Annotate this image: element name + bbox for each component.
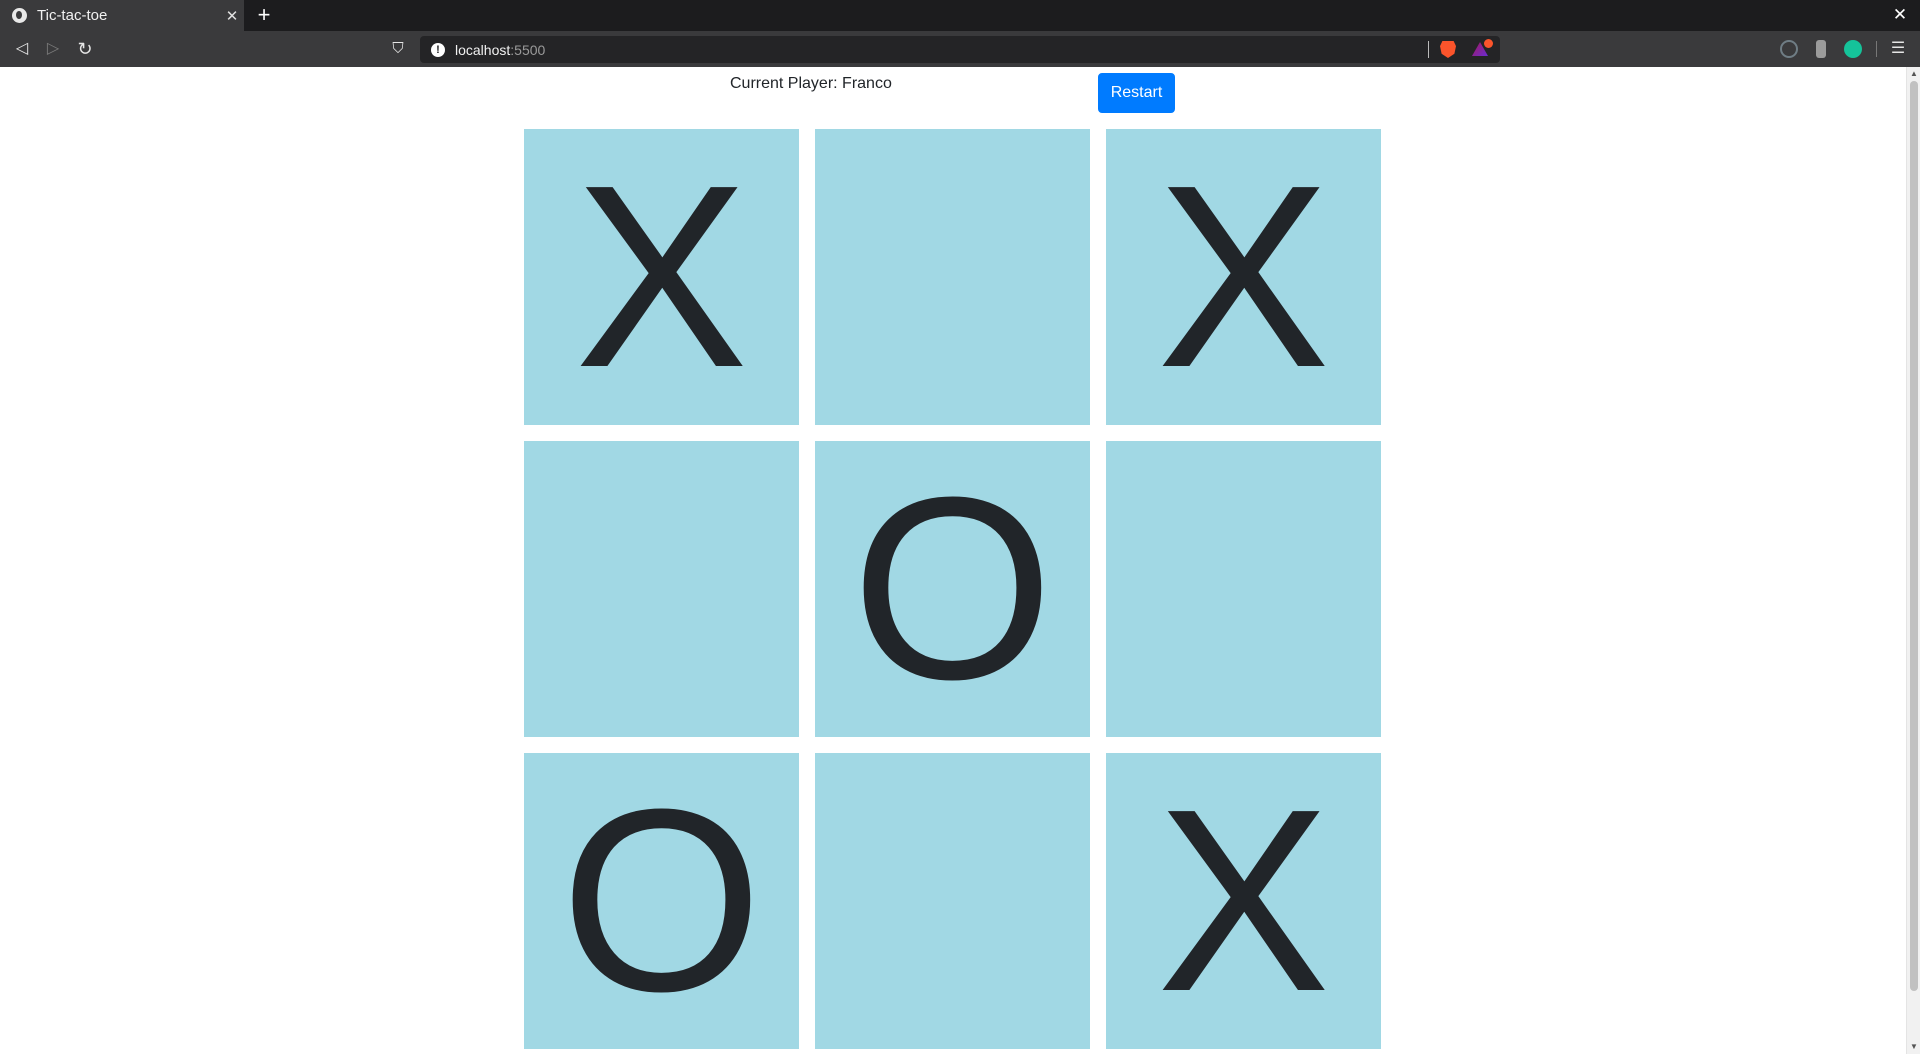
- extension-icon[interactable]: [1780, 40, 1798, 58]
- scroll-thumb[interactable]: [1910, 81, 1918, 991]
- vertical-scrollbar[interactable]: ▲ ▼: [1906, 67, 1920, 1054]
- globe-icon: [12, 8, 27, 23]
- menu-icon[interactable]: ☰: [1886, 37, 1910, 61]
- tab-title: Tic-tac-toe: [37, 7, 108, 24]
- scroll-down-icon[interactable]: ▼: [1909, 1042, 1919, 1052]
- status-label: Current Player:: [730, 75, 843, 92]
- scroll-up-icon[interactable]: ▲: [1909, 69, 1919, 79]
- brave-shields-icon[interactable]: [1440, 41, 1456, 58]
- bookmark-icon[interactable]: ⛉: [386, 37, 410, 61]
- board-cell[interactable]: [1106, 441, 1381, 737]
- tab-strip: Tic-tac-toe ✕ + ✕: [0, 0, 1920, 31]
- cell-mark: X: [1156, 756, 1331, 1046]
- forward-icon[interactable]: ▷: [41, 37, 65, 61]
- address-bar[interactable]: ! localhost :5500: [420, 36, 1500, 63]
- board-cell[interactable]: [815, 753, 1090, 1049]
- rewards-badge: [1484, 39, 1493, 48]
- new-tab-icon[interactable]: +: [252, 3, 276, 27]
- extension-icon[interactable]: [1816, 40, 1826, 58]
- cell-mark: O: [560, 756, 763, 1046]
- url-port: :5500: [510, 41, 546, 58]
- back-icon[interactable]: ◁: [10, 37, 34, 61]
- current-player-name: Franco: [842, 75, 892, 92]
- board-cell[interactable]: X: [524, 129, 799, 425]
- toolbar-divider: [1876, 41, 1877, 57]
- current-player-status: Current Player: Franco: [730, 75, 892, 93]
- browser-toolbar: ◁ ▷ ↻ ⛉ ! localhost :5500 ☰: [0, 31, 1920, 67]
- cell-mark: O: [851, 444, 1054, 734]
- board-cell[interactable]: O: [815, 441, 1090, 737]
- board-cell[interactable]: X: [1106, 129, 1381, 425]
- restart-button[interactable]: Restart: [1098, 73, 1175, 113]
- game-board: X X O O X: [524, 129, 1382, 1049]
- page-viewport: Current Player: Franco Restart X X O O X…: [0, 67, 1920, 1054]
- window-close-icon[interactable]: ✕: [1888, 3, 1912, 27]
- tab-close-icon[interactable]: ✕: [220, 7, 244, 25]
- tab-tic-tac-toe[interactable]: Tic-tac-toe ✕: [0, 0, 244, 31]
- site-info-icon[interactable]: !: [431, 42, 445, 57]
- cell-mark: X: [1156, 132, 1331, 422]
- url-host: localhost: [455, 41, 511, 58]
- board-cell[interactable]: [524, 441, 799, 737]
- board-cell[interactable]: [815, 129, 1090, 425]
- board-cell[interactable]: O: [524, 753, 799, 1049]
- grammarly-icon[interactable]: [1844, 40, 1862, 58]
- cell-mark: X: [574, 132, 749, 422]
- reload-icon[interactable]: ↻: [73, 37, 97, 61]
- url-divider: [1428, 41, 1429, 58]
- board-cell[interactable]: X: [1106, 753, 1381, 1049]
